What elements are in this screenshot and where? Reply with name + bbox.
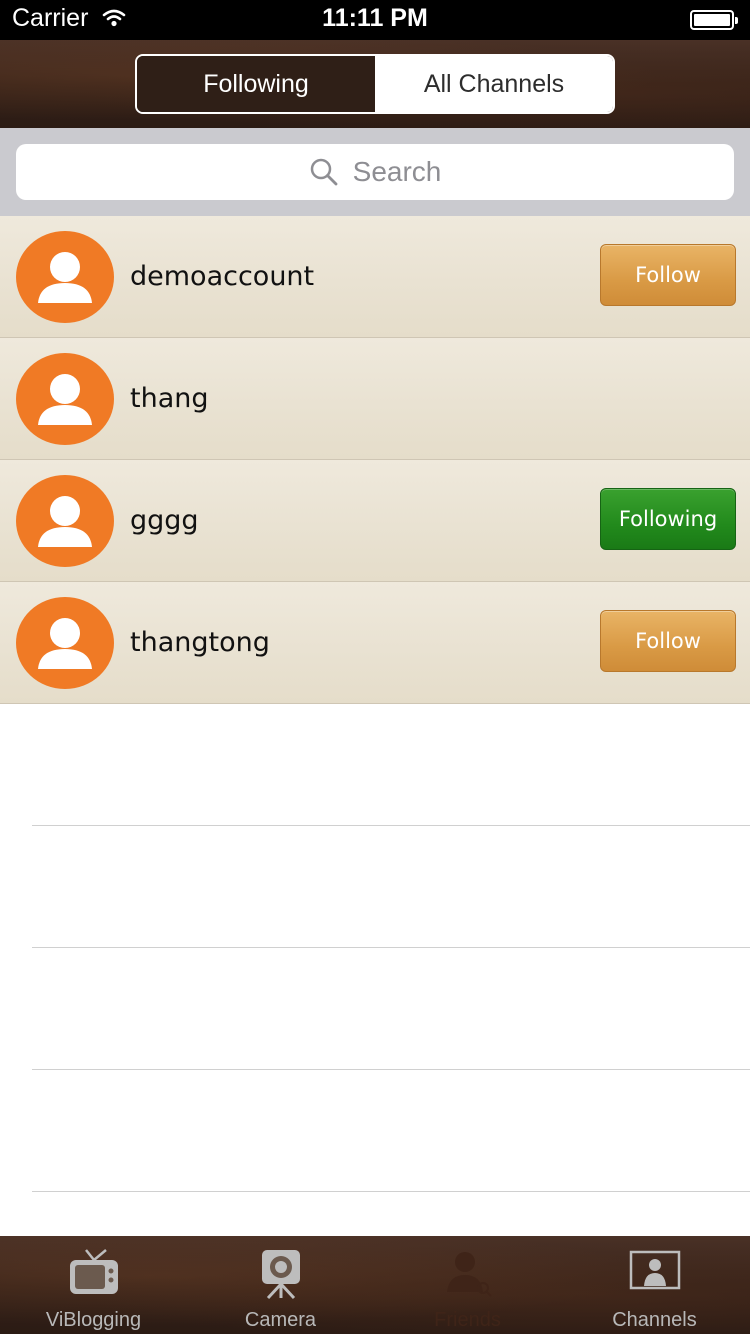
status-bar: Carrier 11:11 PM <box>0 0 750 40</box>
follow-button[interactable]: Follow <box>600 244 736 306</box>
battery-icon <box>690 10 738 30</box>
username: thangtong <box>130 627 270 658</box>
channels-icon <box>629 1248 681 1296</box>
user-list: demoaccount Follow thang gggg Following <box>0 216 750 704</box>
list-item[interactable]: gggg Following <box>0 460 750 582</box>
segment-following[interactable]: Following <box>137 56 375 112</box>
avatar <box>16 231 114 323</box>
tab-label: Camera <box>244 1309 317 1331</box>
tab-label: Channels <box>612 1309 697 1331</box>
follow-button[interactable]: Follow <box>600 610 736 672</box>
username: gggg <box>130 505 199 536</box>
list-item[interactable]: thangtong Follow <box>0 582 750 704</box>
avatar <box>16 475 114 567</box>
empty-row-separator <box>32 1070 750 1192</box>
search-icon <box>309 157 339 187</box>
empty-row-separator <box>32 704 750 826</box>
camera-icon <box>258 1248 304 1304</box>
tab-bar: ViBlogging Camera Friends Channels <box>0 1236 750 1334</box>
search-bar: Search <box>0 128 750 217</box>
tab-viblogging[interactable]: ViBlogging <box>0 1236 187 1334</box>
tab-camera[interactable]: Camera <box>187 1236 374 1334</box>
friends-icon <box>443 1248 493 1302</box>
tab-channels[interactable]: Channels <box>561 1236 748 1334</box>
segmented-control: Following All Channels <box>135 54 615 114</box>
clock-label: 11:11 PM <box>322 4 428 32</box>
empty-row-separator <box>32 826 750 948</box>
search-placeholder: Search <box>352 156 442 187</box>
avatar <box>16 353 114 445</box>
avatar <box>16 597 114 689</box>
following-button[interactable]: Following <box>600 488 736 550</box>
empty-table-area <box>0 704 750 1192</box>
tv-icon <box>68 1248 120 1302</box>
tab-label: ViBlogging <box>45 1309 142 1331</box>
search-input[interactable]: Search <box>16 144 734 200</box>
tab-label: Friends <box>434 1309 501 1331</box>
list-item[interactable]: thang <box>0 338 750 460</box>
navigation-bar: Following All Channels <box>0 40 750 128</box>
username: thang <box>130 383 209 414</box>
username: demoaccount <box>130 261 315 292</box>
empty-row-separator <box>32 948 750 1070</box>
tab-friends[interactable]: Friends <box>374 1236 561 1334</box>
list-item[interactable]: demoaccount Follow <box>0 216 750 338</box>
segment-all-channels[interactable]: All Channels <box>375 56 613 112</box>
